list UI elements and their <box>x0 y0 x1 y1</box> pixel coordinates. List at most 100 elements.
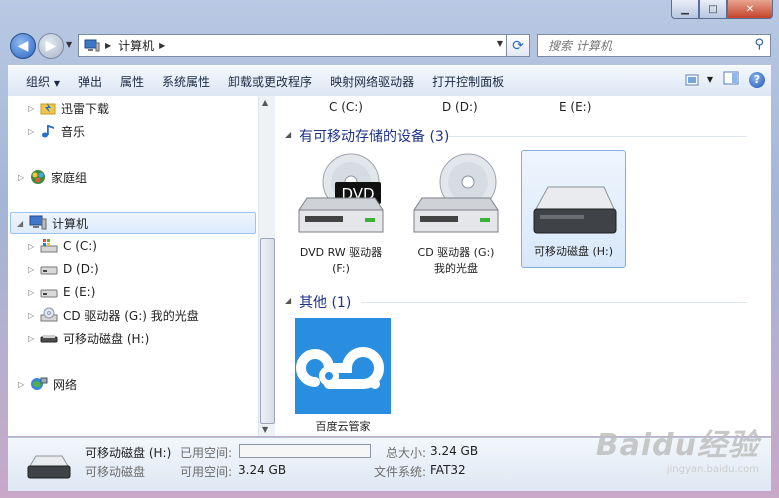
breadcrumb-separator-icon[interactable]: ▶ <box>105 41 111 50</box>
removable-disk-tile[interactable]: 可移动磁盘 (H:) <box>521 150 626 268</box>
nav-item-xunlei[interactable]: ▷ 迅雷下载 <box>28 98 109 118</box>
organize-button[interactable]: 组织 ▼ <box>8 73 69 90</box>
nav-item-computer[interactable]: ◢ 计算机 <box>10 212 256 234</box>
nav-item-network[interactable]: ▷ 网络 <box>18 374 77 394</box>
watermark-url: jingyan.baidu.com <box>666 464 759 475</box>
nav-item-removable-disk[interactable]: ▷ 可移动磁盘 (H:) <box>28 328 149 348</box>
nav-item-label: 网络 <box>53 377 78 392</box>
free-space-value: 3.24 GB <box>238 463 287 477</box>
expand-arrow-icon[interactable]: ▷ <box>18 173 30 182</box>
preview-pane-button[interactable] <box>723 71 739 88</box>
baidu-jingyan-watermark: Baidu经验 jingyan.baidu.com <box>596 420 759 475</box>
group-divider <box>361 302 747 303</box>
details-drive-name: 可移动磁盘 (H:) <box>85 446 172 460</box>
eject-button[interactable]: 弹出 <box>69 73 111 90</box>
expand-arrow-icon[interactable]: ▷ <box>28 127 40 136</box>
baidu-netdisk-tile[interactable]: 百度云管家 <box>293 318 393 434</box>
xunlei-folder-icon <box>40 100 56 116</box>
breadcrumb-computer[interactable]: 计算机 <box>118 37 154 54</box>
view-icon <box>685 74 699 85</box>
nav-item-label: D (D:) <box>63 262 99 276</box>
expand-arrow-icon[interactable]: ▷ <box>18 380 30 389</box>
navigation-row: ◀ ▶ ▼ ▶ 计算机 ▶ ▼ ⟳ ⚲ <box>10 33 771 59</box>
search-input[interactable] <box>546 37 750 54</box>
dvd-drive-icon: DVD <box>298 153 384 233</box>
tile-label: 百度云管家 <box>315 420 371 433</box>
nav-item-label: CD 驱动器 (G:) 我的光盘 <box>63 308 199 323</box>
group-collapse-icon[interactable]: ◢ <box>285 130 291 139</box>
drive-e-label[interactable]: E (E:) <box>559 100 591 114</box>
maximize-button[interactable]: □ <box>699 0 727 19</box>
address-bar[interactable]: ▶ 计算机 ▶ ▼ <box>78 34 508 57</box>
open-control-panel-button[interactable]: 打开控制面板 <box>423 73 513 90</box>
navigation-scrollbar[interactable]: ▲ ▼ <box>258 96 275 436</box>
music-icon <box>40 123 56 139</box>
watermark-text: Baidu经验 <box>595 428 759 463</box>
expand-arrow-icon[interactable]: ▷ <box>28 265 40 274</box>
content-pane: C (C:) D (D:) E (E:) ◢ 有可移动存储的设备 (3) DVD… <box>275 96 771 436</box>
address-dropdown-icon[interactable]: ▼ <box>497 39 503 48</box>
expand-arrow-icon[interactable]: ▷ <box>28 334 40 343</box>
tile-label: CD 驱动器 (G:) <box>417 246 495 259</box>
expand-arrow-icon[interactable]: ▷ <box>28 311 40 320</box>
group-header-removable[interactable]: 有可移动存储的设备 (3) <box>299 126 449 146</box>
used-space-bar <box>239 444 371 458</box>
chevron-down-icon: ▼ <box>706 75 713 84</box>
breadcrumb-separator-icon[interactable]: ▶ <box>159 41 165 50</box>
nav-item-label: E (E:) <box>63 285 96 299</box>
dvd-drive-tile[interactable]: DVD DVD RW 驱动器 (F:) <box>291 152 391 282</box>
network-icon <box>30 376 48 392</box>
help-icon[interactable]: ? <box>749 71 765 88</box>
nav-item-drive-c[interactable]: ▷ C (C:) <box>28 236 97 256</box>
removable-disk-icon <box>27 455 71 479</box>
system-properties-button[interactable]: 系统属性 <box>153 73 219 90</box>
drive-d-label[interactable]: D (D:) <box>442 100 478 114</box>
nav-item-drive-e[interactable]: ▷ E (E:) <box>28 282 95 302</box>
drive-c-label[interactable]: C (C:) <box>329 100 363 114</box>
forward-button[interactable]: ▶ <box>38 33 64 59</box>
recent-pages-dropdown[interactable]: ▼ <box>66 40 72 49</box>
drive-icon <box>40 284 58 300</box>
properties-button[interactable]: 属性 <box>111 73 153 90</box>
map-network-drive-button[interactable]: 映射网络驱动器 <box>321 73 423 90</box>
search-box[interactable]: ⚲ <box>537 34 771 57</box>
nav-item-label: 音乐 <box>61 124 86 139</box>
file-system-value: FAT32 <box>430 463 466 477</box>
total-size-label: 总大小: <box>386 446 427 460</box>
minimize-button[interactable]: ▁ <box>671 0 699 19</box>
scroll-up-icon[interactable]: ▲ <box>262 98 268 107</box>
nav-item-label: C (C:) <box>63 239 97 253</box>
computer-icon <box>29 215 47 231</box>
nav-item-cd-drive[interactable]: ▷ CD 驱动器 (G:) 我的光盘 <box>28 305 199 325</box>
view-controls: ▼ ? <box>685 71 765 88</box>
scroll-down-icon[interactable]: ▼ <box>262 425 268 434</box>
nav-item-music[interactable]: ▷ 音乐 <box>28 121 85 141</box>
chevron-down-icon: ▼ <box>53 78 60 88</box>
cd-drive-icon <box>40 307 58 323</box>
cd-drive-tile[interactable]: CD 驱动器 (G:) 我的光盘 <box>406 152 506 282</box>
back-arrow-icon: ◀ <box>17 38 29 54</box>
system-drive-icon <box>40 238 58 254</box>
close-button[interactable]: ✕ <box>727 0 773 19</box>
nav-item-label: 计算机 <box>52 216 89 231</box>
removable-disk-icon <box>40 330 58 346</box>
nav-item-drive-d[interactable]: ▷ D (D:) <box>28 259 99 279</box>
homegroup-icon <box>30 169 46 185</box>
total-size-value: 3.24 GB <box>430 444 479 458</box>
organize-label: 组织 <box>26 74 51 89</box>
view-options-button[interactable]: ▼ <box>685 74 713 86</box>
collapse-arrow-icon[interactable]: ◢ <box>17 219 29 228</box>
uninstall-program-button[interactable]: 卸载或更改程序 <box>219 73 321 90</box>
group-header-other[interactable]: 其他 (1) <box>299 292 351 312</box>
refresh-button[interactable]: ⟳ <box>506 34 530 57</box>
back-button[interactable]: ◀ <box>10 33 36 59</box>
expand-arrow-icon[interactable]: ▷ <box>28 104 40 113</box>
scrollbar-thumb[interactable] <box>260 238 275 424</box>
expand-arrow-icon[interactable]: ▷ <box>28 288 40 297</box>
nav-item-homegroup[interactable]: ▷ 家庭组 <box>18 167 87 187</box>
expand-arrow-icon[interactable]: ▷ <box>28 242 40 251</box>
search-icon[interactable]: ⚲ <box>754 37 764 52</box>
nav-item-label: 可移动磁盘 (H:) <box>63 331 150 346</box>
group-collapse-icon[interactable]: ◢ <box>285 296 291 305</box>
explorer-window: ▁ □ ✕ ◀ ▶ ▼ ▶ 计算机 ▶ ▼ ⟳ ⚲ <box>0 0 779 498</box>
